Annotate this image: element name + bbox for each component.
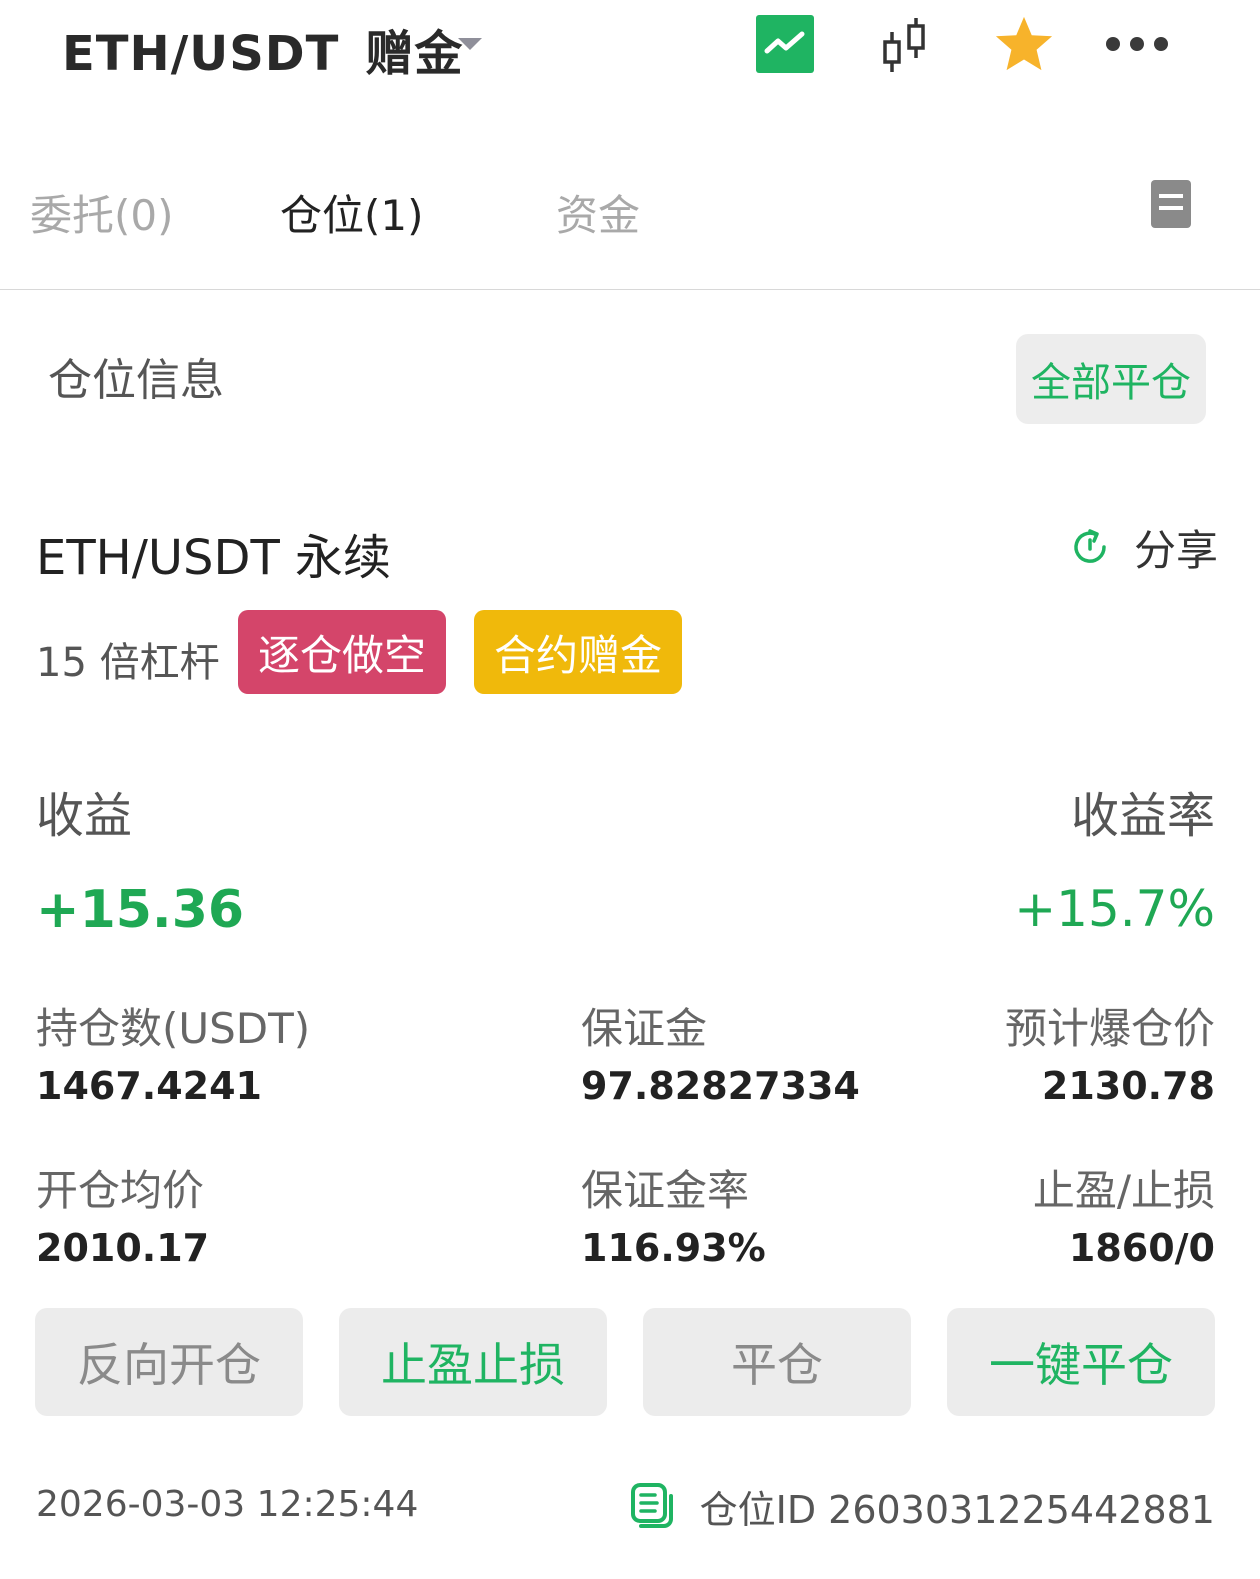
more-icon[interactable] — [1100, 14, 1174, 74]
copy-icon[interactable] — [630, 1482, 674, 1530]
pair-selector[interactable]: ETH/USDT 赠金 — [62, 14, 463, 84]
tp-sl-button[interactable]: 止盈止损 — [339, 1308, 607, 1416]
top-header: ETH/USDT 赠金 — [0, 0, 1260, 100]
position-id-row[interactable]: 仓位ID 2603031225442881 — [630, 1478, 1215, 1534]
chart-icon[interactable] — [755, 14, 815, 74]
tab-orders[interactable]: 委托(0) — [30, 182, 174, 243]
margin-ratio-value: 116.93% — [581, 1226, 766, 1270]
leverage-label: 15 倍杠杆 — [36, 640, 220, 686]
tab-positions[interactable]: 仓位(1) — [280, 182, 424, 243]
pnl-value: +15.36 — [36, 880, 245, 940]
candlestick-icon[interactable] — [874, 14, 934, 74]
liquidation-price-value: 2130.78 — [1041, 1064, 1215, 1108]
share-button[interactable]: 分享 — [1068, 522, 1218, 575]
entry-price-value: 2010.17 — [36, 1226, 210, 1270]
margin-label: 保证金 — [581, 1004, 708, 1053]
position-size-value: 1467.4241 — [36, 1064, 262, 1108]
position-tabs: 委托(0) 仓位(1) 资金 — [0, 150, 1260, 290]
pair-name: ETH/USDT — [62, 26, 340, 82]
position-timestamp: 2026-03-03 12:25:44 — [36, 1484, 419, 1525]
close-position-button[interactable]: 平仓 — [643, 1308, 911, 1416]
contract-bonus-badge: 合约赠金 — [474, 610, 682, 694]
contract-name: ETH/USDT 永续 — [36, 530, 392, 586]
account-mode: 赠金 — [365, 26, 464, 82]
tab-funds[interactable]: 资金 — [556, 182, 640, 243]
pnl-label: 收益 — [36, 788, 133, 844]
position-size-label: 持仓数(USDT) — [36, 1004, 311, 1053]
document-icon[interactable] — [1151, 180, 1191, 228]
share-label: 分享 — [1134, 525, 1219, 575]
position-id: 仓位ID 2603031225442881 — [699, 1487, 1215, 1532]
share-icon — [1074, 529, 1106, 563]
caret-down-icon[interactable] — [458, 38, 482, 50]
entry-price-label: 开仓均价 — [36, 1166, 205, 1215]
margin-ratio-label: 保证金率 — [581, 1166, 750, 1215]
isolated-short-badge: 逐仓做空 — [238, 610, 446, 694]
section-title: 仓位信息 — [48, 355, 224, 406]
reverse-open-button[interactable]: 反向开仓 — [35, 1308, 303, 1416]
roe-label: 收益率 — [1070, 788, 1215, 844]
tp-sl-label: 止盈/止损 — [1032, 1166, 1215, 1215]
favorite-star-icon[interactable] — [994, 14, 1054, 74]
roe-value: +15.7% — [1014, 880, 1215, 938]
liquidation-price-label: 预计爆仓价 — [1004, 1004, 1215, 1053]
one-click-close-button[interactable]: 一键平仓 — [947, 1308, 1215, 1416]
margin-value: 97.82827334 — [581, 1064, 860, 1108]
close-all-button[interactable]: 全部平仓 — [1016, 334, 1206, 424]
tp-sl-value: 1860/0 — [1068, 1226, 1215, 1270]
